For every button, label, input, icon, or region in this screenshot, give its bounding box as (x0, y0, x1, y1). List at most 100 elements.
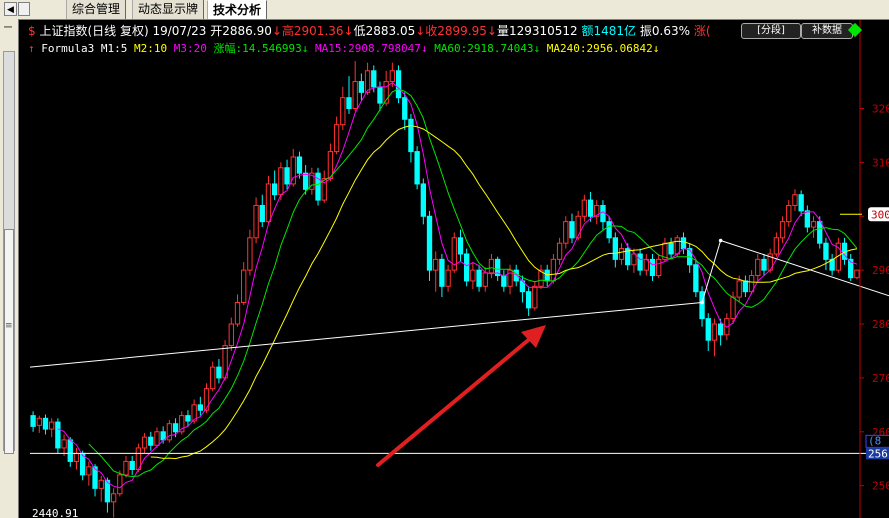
left-scrollbar[interactable]: ー ≡ (0, 19, 19, 518)
candle-body (823, 242, 829, 260)
candle (408, 113, 414, 163)
candle-body (810, 221, 817, 228)
candle-body (185, 415, 191, 422)
y-tick-label: 310 (872, 156, 889, 169)
arrow-down-icon: ↓ (271, 24, 282, 38)
candle (581, 194, 588, 222)
candle (247, 229, 253, 276)
candle-body (779, 221, 786, 239)
candle-body (426, 215, 433, 271)
candle-body (86, 466, 92, 476)
trend-line (29, 301, 703, 368)
candle-body (296, 156, 303, 174)
candle-body (49, 421, 55, 430)
quote-info-line: $ 上证指数(日线 复权) 19/07/23 开2886.90↓高2901.36… (28, 23, 711, 39)
annotation-arrow (376, 330, 540, 467)
candle-body (278, 167, 284, 196)
candle (550, 253, 557, 284)
chart-area[interactable]: 3288.452440.91 3203103002902802702602503… (28, 20, 889, 518)
indicator-name: Formula3 (41, 42, 95, 55)
y-tick-label: 320 (872, 102, 889, 115)
arrow-down-icon: ↓ (343, 24, 354, 38)
quote-change: 涨( (693, 24, 711, 38)
candle (656, 253, 662, 279)
candle (148, 431, 154, 451)
kline-chart[interactable]: 3288.452440.91 3203103002902802702602503… (28, 20, 889, 518)
candle-body (773, 237, 780, 255)
candle (488, 253, 495, 279)
candle (786, 200, 792, 228)
candle-body (61, 439, 67, 449)
candle-body (569, 221, 575, 239)
candle (284, 159, 290, 190)
candle-body (216, 366, 222, 379)
candle-body (340, 97, 346, 126)
trend-line (701, 240, 722, 303)
candle (792, 189, 798, 211)
candle (618, 243, 625, 265)
y-tick-label: 250 (872, 480, 889, 493)
candle-body (123, 460, 129, 476)
supplement-data-button[interactable]: 补数据 (801, 23, 853, 39)
tab-bar: ◀ 综合管理 动态显示牌 技术分析 (0, 0, 889, 20)
candle-body (179, 415, 185, 433)
candle-body (148, 436, 154, 446)
indicator-line: ↑ Formula3 M1:5 M2:10 M3:20 涨幅:14.546993… (28, 41, 659, 56)
candle-body (420, 183, 426, 217)
candle (668, 237, 674, 260)
tab-technical-analysis[interactable]: 技术分析 (207, 0, 268, 19)
candle-body (271, 183, 278, 196)
scroll-right-icon[interactable] (18, 2, 30, 16)
arrow-down-icon: ↓ (486, 24, 497, 38)
candle-body (402, 97, 408, 120)
candle-body (606, 221, 612, 239)
candle-body (470, 269, 476, 282)
scrollbar-thumb[interactable] (4, 229, 14, 454)
scroll-left-icon[interactable]: ◀ (4, 2, 17, 16)
tab-overview[interactable]: 综合管理 (66, 0, 127, 19)
candle-body (649, 258, 656, 277)
candle (123, 456, 129, 478)
candle-body (736, 280, 742, 298)
candle (742, 275, 749, 298)
candle (755, 253, 761, 281)
candle (594, 200, 600, 225)
tab-dynamic-board[interactable]: 动态显示牌 (132, 0, 205, 19)
candle (265, 175, 272, 225)
candle-body (457, 237, 464, 255)
candle-body (501, 275, 507, 287)
candle-body (302, 172, 309, 190)
candle (73, 447, 80, 470)
candle (402, 92, 408, 131)
candle-body (210, 366, 216, 390)
candle (544, 264, 550, 287)
candle-body (556, 242, 563, 260)
candle (625, 243, 631, 271)
arrow-down-icon: ↓ (301, 42, 309, 55)
indicator-m2: M2:10 (133, 42, 168, 55)
candle (420, 178, 426, 225)
candle (141, 432, 148, 454)
candle-body (371, 70, 377, 88)
candle-body (166, 423, 173, 441)
candle (234, 294, 241, 327)
candle (36, 415, 42, 433)
candle (823, 237, 829, 271)
candle (556, 237, 563, 265)
y-tick-label: 280 (872, 318, 889, 331)
y-tick-label: 290 (872, 264, 889, 277)
crosshair-value-label: 256 (868, 447, 888, 460)
candle (612, 232, 619, 268)
candle (817, 216, 823, 249)
candle (711, 318, 718, 357)
candle (253, 197, 259, 244)
candle (680, 232, 687, 254)
candle (433, 251, 439, 292)
candle-body (656, 258, 662, 277)
candle-body (587, 199, 594, 217)
quote-amplitude: 振0.63% (639, 24, 691, 38)
segment-button[interactable]: [分段] (741, 23, 801, 39)
indicator-ma240: MA240:2956.06842 (546, 42, 653, 55)
arrow-down-icon: ↓ (533, 42, 541, 55)
low-price-label: 2440.91 (32, 507, 78, 518)
